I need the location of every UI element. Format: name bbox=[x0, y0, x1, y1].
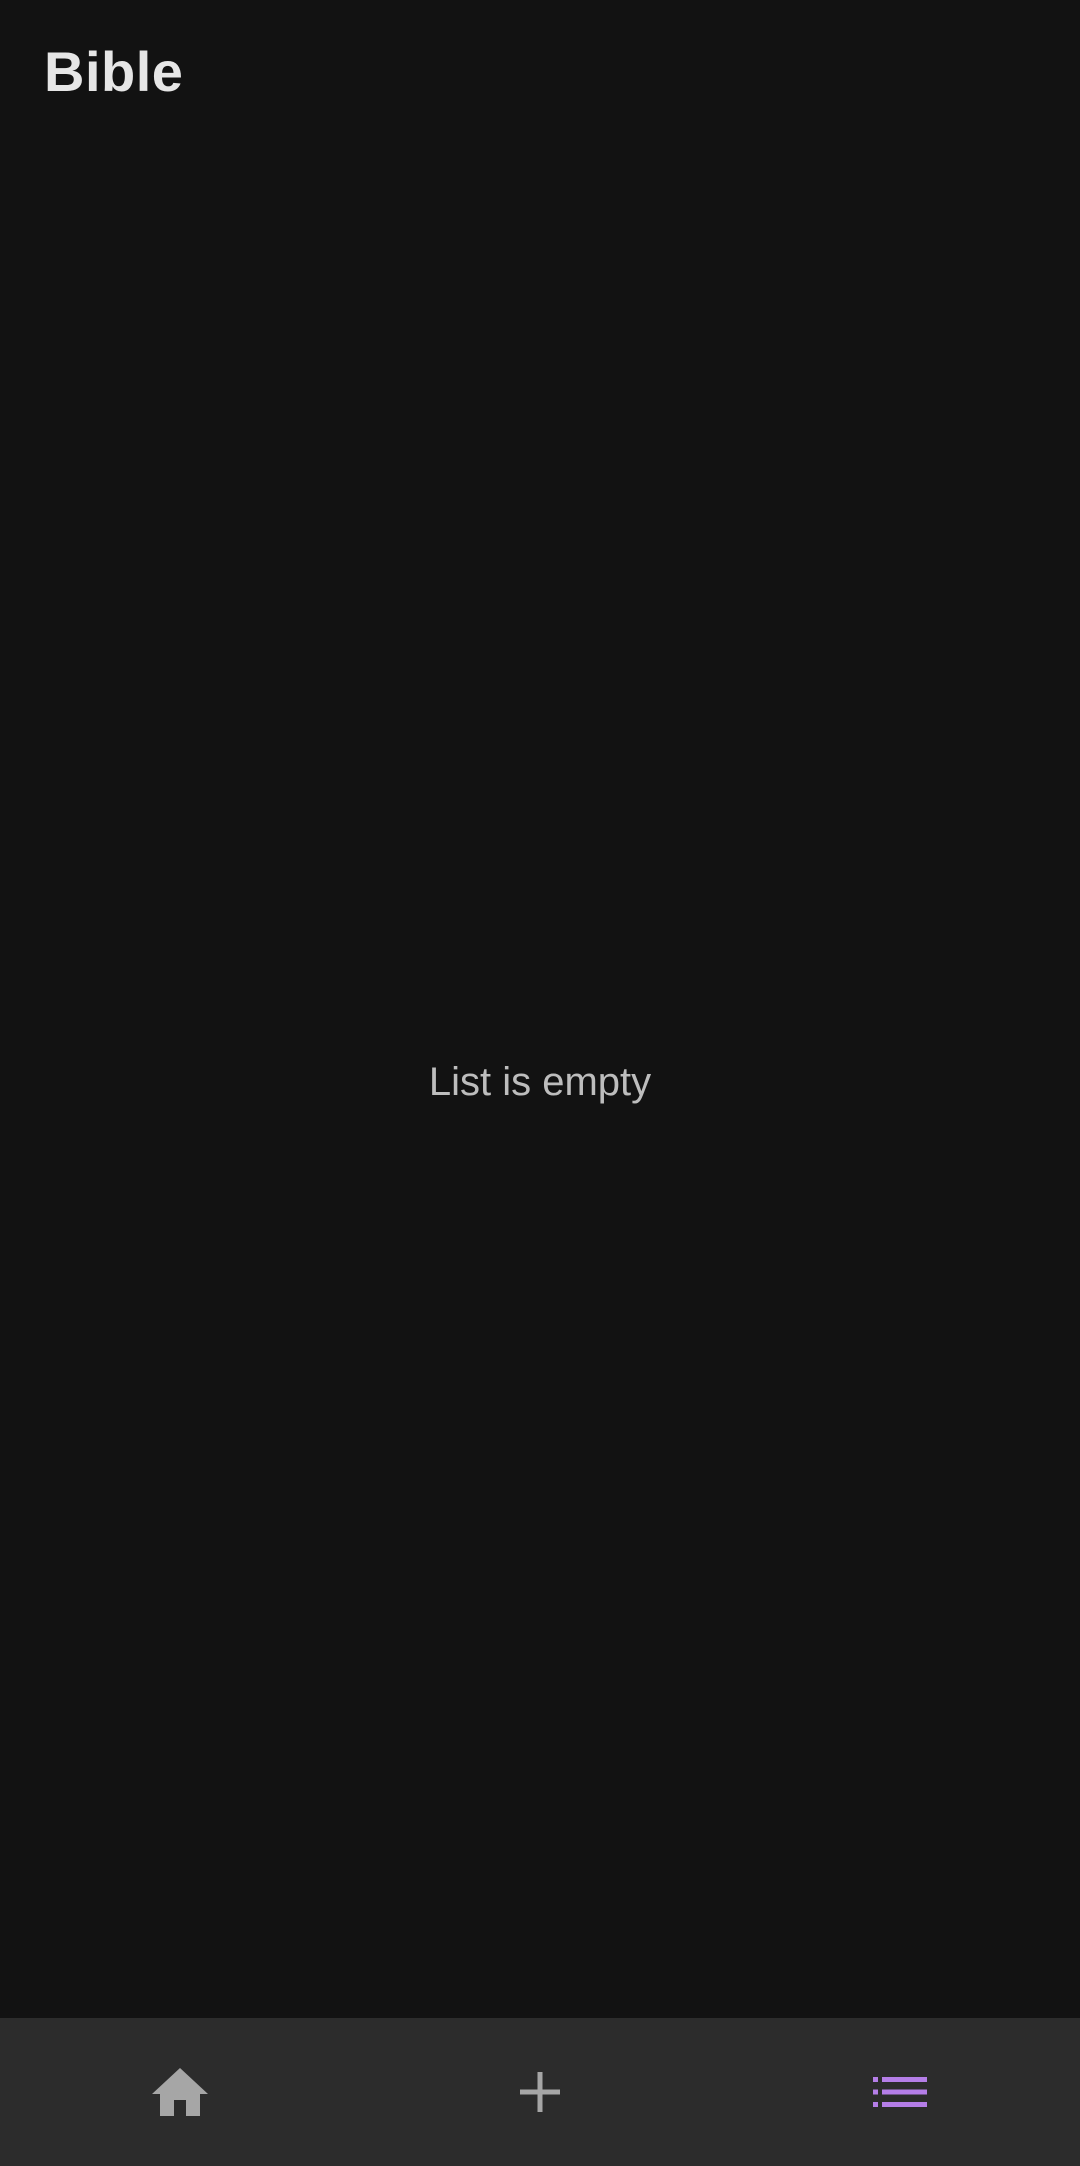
nav-add-button[interactable] bbox=[360, 2018, 720, 2166]
empty-list-message: List is empty bbox=[428, 1060, 652, 1104]
bottom-navigation bbox=[0, 2018, 1080, 2166]
list-icon bbox=[873, 2077, 927, 2107]
nav-home-button[interactable] bbox=[0, 2018, 360, 2166]
home-icon bbox=[152, 2068, 208, 2116]
add-icon bbox=[520, 2072, 560, 2112]
nav-list-button[interactable] bbox=[720, 2018, 1080, 2166]
app-screen: Bible List is empty bbox=[0, 0, 1080, 2166]
page-title: Bible bbox=[44, 40, 184, 103]
app-bar: Bible bbox=[0, 0, 1080, 145]
